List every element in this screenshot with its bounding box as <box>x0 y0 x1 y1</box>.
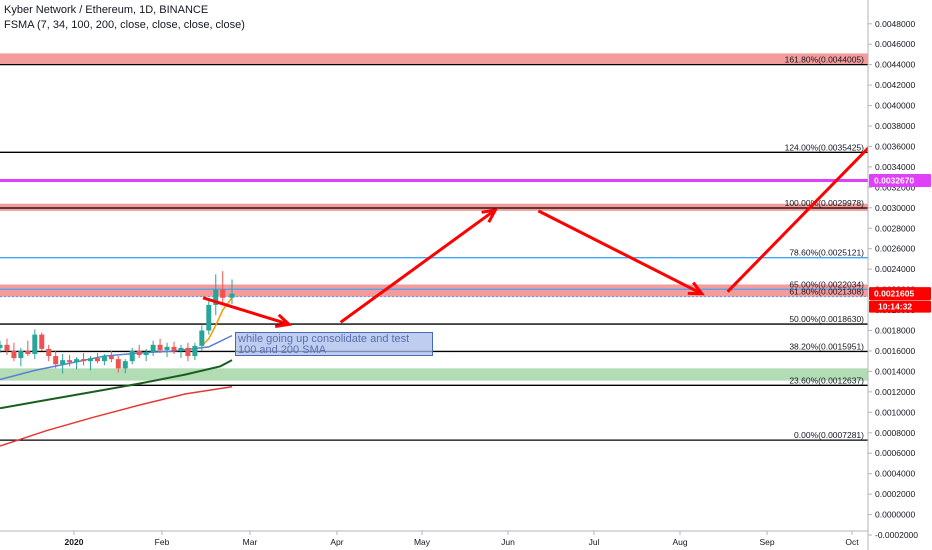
candle-body-29 <box>199 330 205 346</box>
last-price-tag-countdown: 10:14:32 <box>878 302 912 312</box>
price-axis[interactable]: 0.0048000 0.0046000 0.0044000 0.0042000 0.00… <box>867 0 932 550</box>
chart-header: Kyber Network / Ethereum, 1D, BINANCE FS… <box>4 3 245 33</box>
candle-body-17 <box>115 359 121 369</box>
fib-label-5: 61.80%(0.0021308) <box>789 287 864 297</box>
chart-title: Kyber Network / Ethereum, 1D, BINANCE <box>4 4 209 16</box>
x-tick-label-9: Oct <box>845 537 859 547</box>
x-tick-label-0: 2020 <box>65 537 84 547</box>
candle-body-12 <box>81 359 87 362</box>
candle-body-18 <box>122 361 128 369</box>
x-tick-label-1: Feb <box>155 537 170 547</box>
fib-label-0: 161.80%(0.0044005) <box>785 55 865 65</box>
annotation-text-box[interactable]: while going up consolidate and test 100 … <box>235 332 433 356</box>
candle-body-20 <box>136 350 142 356</box>
y-tick-label-15: 0.0018000 <box>875 326 915 336</box>
x-tick-label-2: Mar <box>243 537 258 547</box>
candle-body-13 <box>87 358 93 362</box>
fib-label-1: 124.00%(0.0035425) <box>785 142 865 152</box>
y-tick-label-3: 0.0042000 <box>875 80 915 90</box>
fib-label-2: 100.00%(0.0029978) <box>785 198 865 208</box>
x-tick-label-3: Apr <box>330 537 343 547</box>
fib-label-7: 38.20%(0.0015951) <box>789 341 864 351</box>
y-tick-label-6: 0.0036000 <box>875 141 915 151</box>
y-tick-label-7: 0.0034000 <box>875 162 915 172</box>
candle-body-24 <box>164 346 170 350</box>
x-tick-label-4: May <box>414 537 431 547</box>
indicator-legend[interactable]: FSMA (7, 34, 100, 200, close, close, clo… <box>4 18 245 33</box>
candle-body-2 <box>11 350 17 359</box>
candle-body-1 <box>4 344 10 351</box>
candle-body-25 <box>171 346 177 351</box>
fib-label-9: 0.00%(0.0007281) <box>794 430 864 440</box>
arrow-shaft-1 <box>339 208 497 324</box>
candle-body-28 <box>192 345 198 357</box>
candle-body-33 <box>229 293 235 298</box>
candle-body-0 <box>0 344 3 348</box>
y-tick-label-2: 0.0044000 <box>875 60 915 70</box>
y-tick-label-25: -0.0002000 <box>875 530 918 540</box>
y-tick-label-17: 0.0014000 <box>875 366 915 376</box>
y-tick-label-12: 0.0024000 <box>875 264 915 274</box>
x-tick-label-7: Aug <box>672 537 687 547</box>
candle-body-27 <box>185 347 191 357</box>
y-tick-label-4: 0.0040000 <box>875 101 915 111</box>
y-tick-label-5: 0.0038000 <box>875 121 915 131</box>
candle-body-14 <box>94 358 100 362</box>
candle-body-16 <box>108 356 114 360</box>
x-tick-label-8: Sep <box>759 537 774 547</box>
candle-body-5 <box>32 334 38 355</box>
fib-label-6: 50.00%(0.0018630) <box>789 314 864 324</box>
y-tick-label-21: 0.0006000 <box>875 448 915 458</box>
y-tick-label-16: 0.0016000 <box>875 346 915 356</box>
fib-label-3: 78.60%(0.0025121) <box>789 248 864 258</box>
y-tick-label-10: 0.0028000 <box>875 223 915 233</box>
zone-green-3 <box>0 368 868 381</box>
candle-body-6 <box>39 334 45 349</box>
sma-line-red <box>0 385 233 447</box>
candle-body-23 <box>157 344 163 350</box>
y-tick-label-0: 0.0048000 <box>875 19 915 29</box>
y-tick-label-11: 0.0026000 <box>875 244 915 254</box>
y-tick-label-24: 0.0000000 <box>875 510 915 520</box>
candle-body-21 <box>143 351 149 356</box>
chart[interactable]: 161.80%(0.0044005) 124.00%(0.0035425) 100.… <box>0 0 932 550</box>
time-axis[interactable]: 2020 Feb Mar Apr May Jun Jul Aug Sep Oct <box>0 530 868 547</box>
x-tick-label-5: Jun <box>501 537 515 547</box>
candle-body-9 <box>60 360 66 365</box>
zones-layer <box>0 53 868 381</box>
y-tick-label-19: 0.0010000 <box>875 407 915 417</box>
y-tick-label-22: 0.0004000 <box>875 469 915 479</box>
candle-body-30 <box>206 304 212 331</box>
arrow-shaft-2 <box>537 209 703 296</box>
y-tick-label-9: 0.0030000 <box>875 203 915 213</box>
x-tick-label-6: Jul <box>589 537 600 547</box>
zone-red-2 <box>0 284 868 297</box>
last-price-tag-text: 0.0021605 <box>874 289 914 299</box>
zone-red-0 <box>0 53 868 65</box>
zone-red-1 <box>0 203 868 211</box>
candle-body-4 <box>25 350 31 355</box>
fib-levels-layer: 161.80%(0.0044005) 124.00%(0.0035425) 100.… <box>0 55 868 441</box>
candle-body-3 <box>18 350 24 359</box>
y-tick-label-20: 0.0008000 <box>875 428 915 438</box>
candle-body-22 <box>150 344 156 352</box>
candle-body-19 <box>129 350 135 362</box>
candle-body-11 <box>74 359 80 363</box>
candle-body-26 <box>178 347 184 351</box>
candle-body-32 <box>220 289 226 298</box>
candle-body-10 <box>67 360 73 363</box>
y-tick-label-23: 0.0002000 <box>875 489 915 499</box>
candle-body-8 <box>53 356 59 365</box>
y-tick-label-1: 0.0046000 <box>875 39 915 49</box>
magenta-price-tag-text: 0.0032670 <box>874 175 914 185</box>
candle-body-15 <box>101 356 107 362</box>
y-tick-label-18: 0.0012000 <box>875 387 915 397</box>
candle-body-7 <box>46 348 52 357</box>
fib-label-8: 23.60%(0.0012637) <box>789 375 864 385</box>
